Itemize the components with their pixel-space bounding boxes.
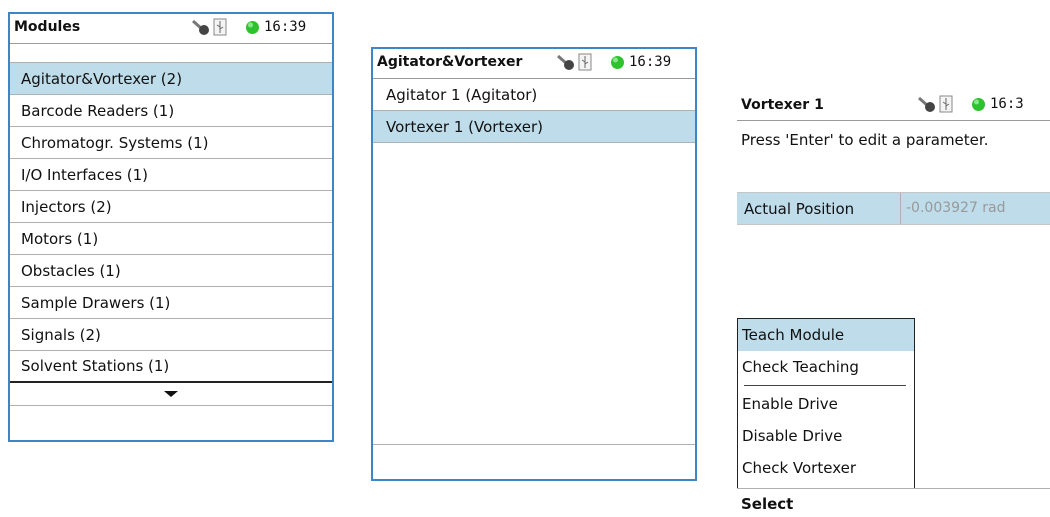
list-item-label: Barcode Readers (1): [21, 101, 175, 120]
list-item[interactable]: Motors (1): [10, 223, 332, 255]
menu-item-disable-drive[interactable]: Disable Drive: [738, 420, 914, 452]
clock: 16:39: [629, 54, 672, 70]
clock: 16:3: [990, 96, 1024, 112]
list-item-label: Obstacles (1): [21, 261, 121, 280]
list-item[interactable]: Signals (2): [10, 319, 332, 351]
list-item[interactable]: Obstacles (1): [10, 255, 332, 287]
page-title: Vortexer 1: [741, 97, 824, 113]
status-area: 16:39: [556, 53, 671, 71]
key-icon: [918, 96, 935, 112]
key-icon: [557, 54, 574, 70]
list-item[interactable]: Agitator 1 (Agitator): [373, 79, 695, 111]
menu-item-label: Teach Module: [742, 326, 845, 344]
modules-panel: Modules 16:39 Agitator&Vortexer (2) Barc…: [8, 12, 334, 442]
select-softkey-label[interactable]: Select: [741, 495, 793, 513]
menu-item-check-vortexer[interactable]: Check Vortexer: [738, 452, 914, 484]
parameter-label: Actual Position: [744, 200, 855, 218]
parameter-value: -0.003927 rad: [900, 193, 1050, 224]
list-item-label: Signals (2): [21, 325, 101, 344]
vortexer-titlebar: Vortexer 1 16:3: [737, 88, 1050, 121]
menu-item-label: Disable Drive: [742, 427, 843, 445]
status-led-icon: [611, 55, 624, 69]
chevron-down-icon: [164, 391, 178, 397]
list-item[interactable]: Barcode Readers (1): [10, 95, 332, 127]
usb-icon: [578, 53, 592, 71]
footer-bar: [373, 444, 695, 479]
menu-item-label: Check Vortexer: [742, 459, 857, 477]
hint-text: Press 'Enter' to edit a parameter.: [741, 131, 989, 149]
status-led-icon: [246, 20, 259, 34]
context-menu: Teach Module Check Teaching Enable Drive…: [737, 318, 915, 489]
parameter-row[interactable]: Actual Position -0.003927 rad: [737, 192, 1050, 225]
status-area: 16:39: [191, 18, 306, 36]
list-item[interactable]: Vortexer 1 (Vortexer): [373, 111, 695, 143]
vortexer-panel: Vortexer 1 16:3 Press 'Enter' to edit a …: [737, 88, 1050, 516]
list-item[interactable]: I/O Interfaces (1): [10, 159, 332, 191]
key-icon: [192, 19, 209, 35]
status-led-icon: [972, 97, 985, 111]
list-item[interactable]: Chromatogr. Systems (1): [10, 127, 332, 159]
list-item-label: Agitator 1 (Agitator): [386, 85, 538, 104]
list-item[interactable]: Solvent Stations (1): [10, 351, 332, 383]
scroll-down-button[interactable]: [10, 383, 332, 406]
list-item-label: Chromatogr. Systems (1): [21, 133, 209, 152]
agitator-titlebar: Agitator&Vortexer 16:39: [373, 49, 695, 79]
list-item-label: Sample Drawers (1): [21, 293, 171, 312]
list-item[interactable]: Sample Drawers (1): [10, 287, 332, 319]
menu-item-label: Enable Drive: [742, 395, 838, 413]
menu-item-teach-module[interactable]: Teach Module: [738, 319, 914, 351]
menu-item-label: Check Teaching: [742, 358, 859, 376]
list-item-label: Solvent Stations (1): [21, 357, 170, 375]
list-item[interactable]: Injectors (2): [10, 191, 332, 223]
usb-icon: [213, 18, 227, 36]
modules-titlebar: Modules 16:39: [10, 14, 332, 44]
footer-bar: Select: [737, 488, 1050, 517]
list-item-label: Agitator&Vortexer (2): [21, 69, 183, 88]
page-title: Modules: [14, 19, 81, 35]
list-spacer: [10, 44, 332, 63]
menu-item-check-teaching[interactable]: Check Teaching: [738, 351, 914, 383]
menu-item-enable-drive[interactable]: Enable Drive: [738, 388, 914, 420]
clock: 16:39: [264, 19, 307, 35]
agitator-panel: Agitator&Vortexer 16:39 Agitator 1 (Agit…: [371, 47, 697, 481]
usb-icon: [939, 95, 953, 113]
menu-separator: [744, 385, 906, 386]
list-item-label: Injectors (2): [21, 197, 112, 216]
list-item-label: Vortexer 1 (Vortexer): [386, 117, 543, 136]
list-item-label: Motors (1): [21, 229, 99, 248]
status-area: 16:3: [917, 95, 1024, 113]
list-item[interactable]: Agitator&Vortexer (2): [10, 63, 332, 95]
page-title: Agitator&Vortexer: [377, 54, 523, 70]
list-item-label: I/O Interfaces (1): [21, 165, 149, 184]
